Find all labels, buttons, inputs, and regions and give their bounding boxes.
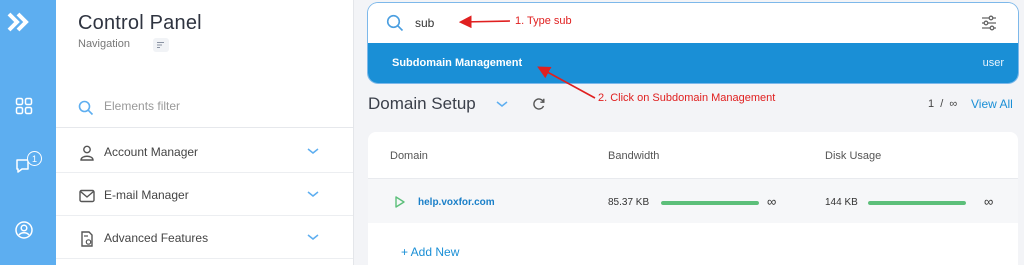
chevron-down-icon[interactable] bbox=[495, 99, 509, 109]
bandwidth-usage-fill bbox=[661, 201, 759, 205]
domain-link[interactable]: help.voxfor.com bbox=[418, 197, 495, 208]
disk-usage-value: 144 KB bbox=[825, 197, 858, 208]
pagination: 1 / ∞ bbox=[928, 98, 957, 110]
annotation-arrow-step1 bbox=[458, 15, 511, 29]
annotation-step1: 1. Type sub bbox=[515, 15, 572, 27]
section-title: Domain Setup bbox=[368, 94, 476, 113]
annotation-arrow-step2 bbox=[537, 66, 596, 99]
column-header-bandwidth: Bandwidth bbox=[608, 150, 660, 162]
bandwidth-usage-bar bbox=[661, 201, 759, 205]
page-current: 1 bbox=[928, 98, 935, 110]
add-new-button[interactable]: + Add New bbox=[401, 245, 459, 259]
domain-table-card: Domain Bandwidth Disk Usage help.voxfor.… bbox=[368, 132, 1018, 265]
page-total: ∞ bbox=[949, 98, 958, 110]
disk-limit: ∞ bbox=[984, 194, 994, 209]
column-header-domain: Domain bbox=[390, 150, 428, 162]
disk-usage-fill bbox=[868, 201, 966, 205]
view-all-link[interactable]: View All bbox=[971, 97, 1013, 111]
disk-usage-bar bbox=[868, 201, 966, 205]
refresh-icon[interactable] bbox=[532, 97, 546, 111]
annotation-step2: 2. Click on Subdomain Management bbox=[598, 92, 776, 104]
column-header-disk-usage: Disk Usage bbox=[825, 150, 882, 162]
bandwidth-value: 85.37 KB bbox=[608, 197, 650, 208]
page-separator: / bbox=[940, 98, 944, 110]
bandwidth-limit: ∞ bbox=[767, 194, 777, 209]
play-icon[interactable] bbox=[394, 196, 406, 208]
